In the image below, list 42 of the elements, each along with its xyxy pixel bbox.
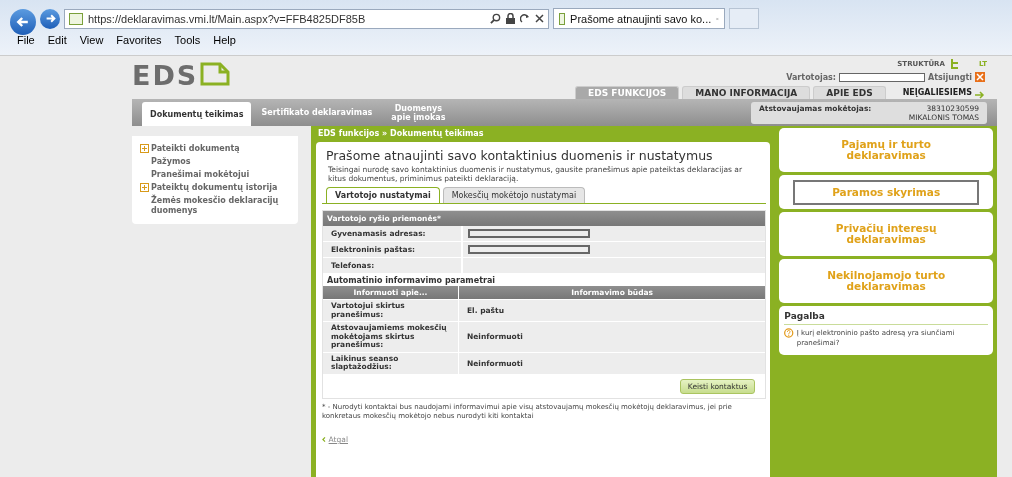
address-bar[interactable]: https://deklaravimas.vmi.lt/Main.aspx?v=FFB4825DF85B [64, 8, 549, 29]
menu-item[interactable]: Help [213, 34, 236, 47]
refresh-icon[interactable] [520, 13, 530, 24]
top-tab[interactable]: APIE EDS [813, 86, 886, 99]
page-title: Prašome atnaujinti savo kontaktinius duomenis ir nustatymus [326, 148, 714, 163]
search-icon [490, 13, 501, 24]
menu-item[interactable]: Edit [47, 34, 67, 47]
breadcrumb: EDS funkcijos » Dokumentų teikimas [317, 128, 485, 140]
top-tab[interactable]: MANO INFORMACIJA [682, 86, 811, 99]
accessibility-link[interactable]: NEĮGALIESIEMS [902, 88, 972, 99]
arrow-icon [975, 91, 985, 99]
menu-item[interactable]: Tools [174, 34, 201, 47]
sidebar-item[interactable]: Pažymos [151, 157, 191, 167]
back-button[interactable] [10, 8, 36, 35]
url-text: https://deklaravimas.vmi.lt/Main.aspx?v=FFB4825DF85B [88, 12, 366, 25]
input-field[interactable] [468, 245, 590, 254]
browser-tab[interactable]: Prašome atnaujinti savo ko... [553, 8, 725, 29]
logo-text[interactable]: EDS [132, 62, 199, 90]
section-title: Automatinio informavimo parametrai [326, 275, 497, 286]
site-icon [69, 12, 83, 25]
nav-tab[interactable]: Dokumentų teikimas [142, 102, 252, 126]
menu-item[interactable]: Favorites [116, 34, 162, 47]
sidebar-item[interactable]: Žemės mokesčio deklaracijų duomenys [151, 196, 294, 216]
lock-icon [506, 13, 515, 24]
chevron-icon [322, 435, 326, 444]
question-icon [784, 328, 794, 338]
menu-item[interactable]: File [17, 34, 35, 47]
user-label: Vartotojas: [786, 72, 837, 82]
sidebar-item[interactable]: Pateiktų dokumentų istorija [151, 183, 278, 193]
tab-title: Prašome atnaujinti savo ko... [570, 12, 712, 25]
input-field[interactable] [468, 229, 590, 238]
forward-button[interactable] [40, 8, 60, 29]
sidebar-item[interactable]: Pranešimai mokėtojui [151, 170, 250, 180]
document-icon [200, 62, 231, 86]
sidebar-item[interactable]: Pateikti dokumentą [151, 144, 240, 154]
settings-tab[interactable]: Vartotojo nustatymai [326, 187, 440, 203]
settings-tab[interactable]: Mokesčių mokėtojo nustatymai [442, 187, 586, 203]
tree-icon [950, 59, 959, 69]
help-title: Pagalba [784, 311, 988, 325]
logout-link[interactable]: Atsijungti [928, 72, 972, 82]
site-icon [559, 12, 566, 25]
menu-item[interactable]: View [79, 34, 104, 47]
